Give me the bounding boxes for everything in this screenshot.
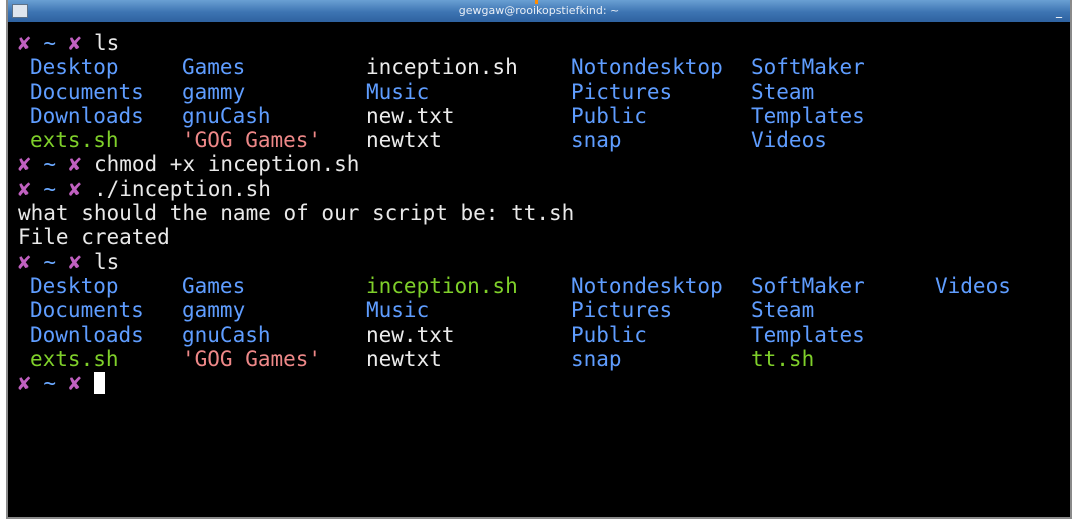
ls-row: Documents gammy Music Pictures Steam xyxy=(18,298,1070,322)
prompt-x-icon: ✘ xyxy=(68,249,82,274)
ls-row: Documents gammy Music Pictures Steam xyxy=(18,80,1070,104)
prompt-cwd: ~ xyxy=(43,31,56,55)
ls-entry: inception.sh xyxy=(366,273,518,298)
output-line: what should the name of our script be: t… xyxy=(18,201,575,226)
text-cursor xyxy=(93,372,105,395)
prompt-line: ✘ ~ ✘ chmod +x inception.sh xyxy=(18,152,1070,176)
ls-entry: exts.sh xyxy=(30,346,119,371)
ls-row: exts.sh 'GOG Games' newtxt snap Videos xyxy=(18,128,1070,152)
command-text: ls xyxy=(93,31,120,55)
ls-entry: gammy xyxy=(182,79,246,104)
ls-entry: Desktop xyxy=(30,273,119,298)
ls-entry: Downloads xyxy=(30,103,144,128)
ls-entry: Pictures xyxy=(571,298,673,323)
ls-entry: 'GOG Games' xyxy=(182,346,322,371)
prompt-cwd: ~ xyxy=(43,249,56,274)
prompt-x-icon: ✘ xyxy=(18,152,31,177)
ls-entry: Music xyxy=(366,79,430,104)
prompt-x-icon: ✘ xyxy=(68,176,82,201)
ls-entry: new.txt xyxy=(366,103,455,128)
title-bar[interactable]: gewgaw@rooikopstiefkind: ~ _ xyxy=(8,0,1070,22)
ls-entry: Notondesktop xyxy=(571,273,723,298)
ls-row: exts.sh 'GOG Games' newtxt snap tt.sh xyxy=(18,347,1070,371)
ls-entry: Notondesktop xyxy=(571,55,723,80)
ls-entry: SoftMaker xyxy=(751,273,865,298)
ls-entry: snap xyxy=(571,128,622,153)
terminal-output[interactable]: ✘ ~ ✘ ls Desktop Games inception.sh Notondes… xyxy=(18,31,1070,395)
minimize-button[interactable]: _ xyxy=(1052,3,1066,19)
prompt-x-icon: ✘ xyxy=(18,249,31,274)
command-text: ./inception.sh xyxy=(93,176,271,201)
ls-entry: Public xyxy=(571,103,647,128)
prompt-x-icon: ✘ xyxy=(68,31,82,55)
command-text: chmod +x inception.sh xyxy=(93,152,360,177)
ls-row: Downloads gnuCash new.txt Public Templates xyxy=(18,104,1070,128)
ls-entry: Templates xyxy=(751,103,865,128)
ls-entry: Pictures xyxy=(571,79,673,104)
prompt-line: ✘ ~ ✘ ls xyxy=(18,250,1070,274)
prompt-x-icon: ✘ xyxy=(68,152,82,177)
command-text: ls xyxy=(93,249,120,274)
prompt-line: ✘ ~ ✘ xyxy=(18,371,1070,395)
ls-row: Downloads gnuCash new.txt Public Templates xyxy=(18,323,1070,347)
ls-entry: SoftMaker xyxy=(751,55,865,80)
ls-entry: tt.sh xyxy=(751,346,815,371)
ls-entry: Games xyxy=(182,273,246,298)
ls-entry: Documents xyxy=(30,79,144,104)
ls-entry: Documents xyxy=(30,298,144,323)
ls-entry: Videos xyxy=(751,128,827,153)
prompt-x-icon: ✘ xyxy=(18,371,31,396)
ls-entry: Steam xyxy=(751,79,815,104)
terminal-window[interactable]: gewgaw@rooikopstiefkind: ~ _ ✘ ~ ✘ ls Des… xyxy=(6,0,1072,519)
ls-entry: gnuCash xyxy=(182,103,271,128)
ls-entry: Games xyxy=(182,55,246,80)
ls-row: Desktop Games inception.sh Notondesktop Soft… xyxy=(18,274,1070,298)
ls-entry: inception.sh xyxy=(366,55,518,80)
ls-entry: 'GOG Games' xyxy=(182,128,322,153)
ls-entry: Downloads xyxy=(30,322,144,347)
prompt-cwd: ~ xyxy=(43,176,56,201)
ls-entry: Public xyxy=(571,322,647,347)
ls-entry: new.txt xyxy=(366,322,455,347)
prompt-cwd: ~ xyxy=(43,371,56,396)
ls-entry: Steam xyxy=(751,298,815,323)
window-title: gewgaw@rooikopstiefkind: ~ xyxy=(458,4,620,17)
ls-entry: exts.sh xyxy=(30,128,119,153)
prompt-cwd: ~ xyxy=(43,152,56,177)
ls-entry: snap xyxy=(571,346,622,371)
ls-entry: gnuCash xyxy=(182,322,271,347)
ls-entry: gammy xyxy=(182,298,246,323)
output-line: File created xyxy=(18,225,170,250)
prompt-x-icon: ✘ xyxy=(18,176,31,201)
prompt-x-icon: ✘ xyxy=(18,31,31,55)
ls-entry: newtxt xyxy=(366,128,442,153)
ls-entry: Videos xyxy=(935,273,1011,298)
ls-entry: Music xyxy=(366,298,430,323)
ls-row: Desktop Games inception.sh Notondesktop Soft… xyxy=(18,55,1070,79)
ls-entry: newtxt xyxy=(366,346,442,371)
ls-entry: Templates xyxy=(751,322,865,347)
prompt-x-icon: ✘ xyxy=(68,371,82,396)
prompt-line: ✘ ~ ✘ ls xyxy=(18,31,1070,55)
prompt-line: ✘ ~ ✘ ./inception.sh xyxy=(18,177,1070,201)
ls-entry: Desktop xyxy=(30,55,119,80)
